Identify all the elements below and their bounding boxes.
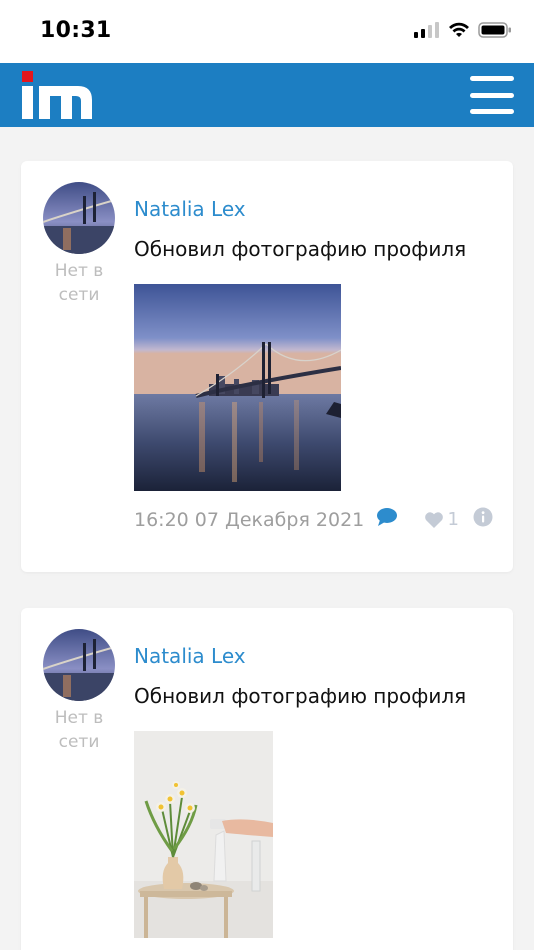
status-icons — [414, 22, 512, 38]
author-name-link[interactable]: Natalia Lex — [134, 197, 246, 221]
post-card: Нет в сети Natalia Lex Обновил фотографи… — [21, 161, 513, 572]
menu-line — [470, 92, 514, 98]
author-avatar[interactable] — [43, 629, 115, 701]
presence-status: Нет в сети — [54, 261, 104, 305]
app-header — [0, 63, 534, 127]
presence-status: Нет в сети — [54, 708, 104, 752]
like-count: 1 — [447, 509, 459, 530]
info-icon[interactable] — [473, 507, 493, 532]
post-text: Обновил фотографию профиля — [134, 237, 467, 261]
app-logo[interactable] — [20, 69, 96, 121]
author-avatar[interactable] — [43, 182, 115, 254]
wifi-icon — [449, 22, 469, 37]
post-photo-bridge[interactable] — [134, 284, 341, 491]
menu-line — [470, 109, 514, 114]
cellular-signal-icon — [414, 22, 439, 38]
heart-icon — [424, 511, 443, 528]
post-card: Нет в сети Natalia Lex Обновил фотографи… — [21, 608, 513, 950]
status-bar: 10:31 — [0, 0, 534, 63]
activity-feed[interactable]: Нет в сети Natalia Lex Обновил фотографи… — [0, 127, 534, 950]
menu-line — [470, 76, 514, 81]
post-meta: 16:20 07 Декабря 2021 1 — [134, 507, 493, 532]
post-timestamp: 16:20 07 Декабря 2021 — [134, 508, 365, 531]
post-photo-flowers[interactable] — [134, 731, 273, 938]
like-button[interactable]: 1 — [424, 509, 459, 530]
comment-icon[interactable] — [376, 507, 398, 532]
author-name-link[interactable]: Natalia Lex — [134, 644, 246, 668]
hamburger-menu-button[interactable] — [470, 76, 514, 114]
battery-icon — [478, 22, 511, 38]
status-time: 10:31 — [40, 18, 112, 43]
post-text: Обновил фотографию профиля — [134, 684, 467, 708]
